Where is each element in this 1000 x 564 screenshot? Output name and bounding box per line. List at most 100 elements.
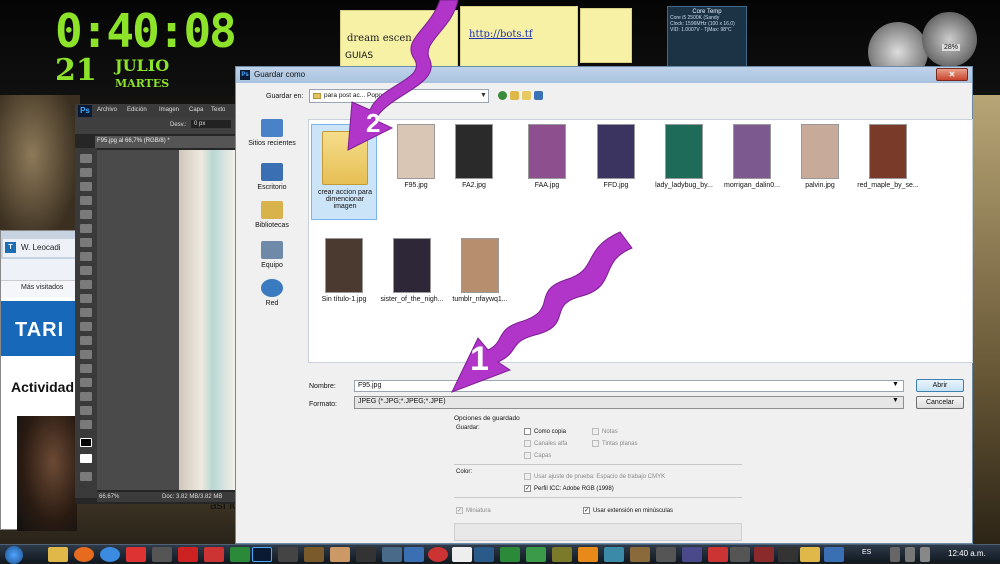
cancel-button[interactable]: Cancelar <box>916 396 964 409</box>
dodge-tool-icon[interactable] <box>80 336 92 345</box>
file-item[interactable]: palvin.jpg <box>785 124 855 189</box>
wand-tool-icon[interactable] <box>80 196 92 205</box>
app-taskbar-icon[interactable] <box>452 547 472 562</box>
bookmarks-bar[interactable]: Más visitados <box>1 281 77 297</box>
marquee-tool-icon[interactable] <box>80 168 92 177</box>
app-taskbar-icon[interactable] <box>708 547 728 562</box>
new-folder-icon[interactable] <box>522 91 531 100</box>
file-item[interactable]: FFD.jpg <box>581 124 651 189</box>
chrome-taskbar-icon[interactable] <box>100 547 120 562</box>
hand-tool-icon[interactable] <box>80 406 92 415</box>
close-button[interactable]: ✕ <box>936 68 968 81</box>
shape-tool-icon[interactable] <box>80 392 92 401</box>
app-taskbar-icon[interactable] <box>356 547 376 562</box>
steam-taskbar-icon[interactable] <box>474 547 494 562</box>
place-network[interactable]: Red <box>241 279 303 307</box>
file-item[interactable]: lady_ladybug_by... <box>649 124 719 189</box>
background-color-icon[interactable] <box>80 454 92 463</box>
app-taskbar-icon[interactable] <box>404 547 424 562</box>
lasso-tool-icon[interactable] <box>80 182 92 191</box>
app-taskbar-icon[interactable] <box>178 547 198 562</box>
app-taskbar-icon[interactable] <box>330 547 350 562</box>
quick-mask-icon[interactable] <box>80 472 92 481</box>
app-taskbar-icon[interactable] <box>630 547 650 562</box>
flag-icon[interactable] <box>890 547 900 562</box>
language-indicator[interactable]: ES <box>862 549 871 556</box>
move-tool-icon[interactable] <box>80 154 92 163</box>
app-taskbar-icon[interactable] <box>824 547 844 562</box>
explorer-taskbar-icon[interactable] <box>48 547 68 562</box>
eyedropper-tool-icon[interactable] <box>80 224 92 233</box>
sticky-note-1[interactable]: dream escen GUIAS <box>340 10 458 68</box>
format-dropdown[interactable]: JPEG (*.JPG;*.JPEG;*.JPE) <box>354 396 904 409</box>
checkbox[interactable] <box>524 428 531 435</box>
gradient-tool-icon[interactable] <box>80 308 92 317</box>
app-taskbar-icon[interactable] <box>152 547 172 562</box>
folder-item-selected[interactable]: crear accion para dimencionar imagen <box>311 124 377 220</box>
note-link[interactable]: http://bots.tf <box>469 29 532 40</box>
app-taskbar-icon[interactable] <box>800 547 820 562</box>
ps-menu-capa[interactable]: Capa <box>189 107 203 113</box>
app-taskbar-icon[interactable] <box>656 547 676 562</box>
save-button[interactable]: Abrir <box>916 379 964 392</box>
app-taskbar-icon[interactable] <box>778 547 798 562</box>
file-item[interactable]: morrigan_dalin0... <box>717 124 787 189</box>
eraser-tool-icon[interactable] <box>80 294 92 303</box>
option-como-copia[interactable]: Como copia <box>524 428 566 435</box>
crop-tool-icon[interactable] <box>80 210 92 219</box>
pen-tool-icon[interactable] <box>80 350 92 359</box>
zoom-tool-icon[interactable] <box>80 420 92 429</box>
ps-option-input[interactable]: 0 px <box>191 120 231 128</box>
back-icon[interactable] <box>498 91 507 100</box>
photoshop-taskbar-icon[interactable] <box>252 547 272 562</box>
start-button[interactable] <box>5 546 23 564</box>
app-taskbar-icon[interactable] <box>604 547 624 562</box>
ps-menu-edicion[interactable]: Edición <box>127 107 147 113</box>
app-taskbar-icon[interactable] <box>682 547 702 562</box>
option-perfil-icc[interactable]: ✓ Perfil ICC: Adobe RGB (1998) <box>524 485 614 492</box>
checkbox-checked[interactable]: ✓ <box>524 485 531 492</box>
brush-tool-icon[interactable] <box>80 252 92 261</box>
ps-menu-archivo[interactable]: Archivo <box>97 107 117 113</box>
chevron-down-icon[interactable]: ▼ <box>892 381 899 388</box>
app-taskbar-icon[interactable] <box>278 547 298 562</box>
file-item[interactable]: FA2.jpg <box>439 124 509 189</box>
file-item[interactable]: FAA.jpg <box>512 124 582 189</box>
sticky-note-2[interactable]: http://bots.tf <box>460 6 578 68</box>
app-taskbar-icon[interactable] <box>754 547 774 562</box>
app-taskbar-icon[interactable] <box>204 547 224 562</box>
ps-menu-imagen[interactable]: Imagen <box>159 107 179 113</box>
sticky-note-3[interactable] <box>580 8 632 63</box>
foreground-color-icon[interactable] <box>80 438 92 447</box>
browser-nav-bar[interactable] <box>1 259 77 281</box>
blur-tool-icon[interactable] <box>80 322 92 331</box>
file-item[interactable]: Sin título-1.jpg <box>309 238 379 303</box>
app-taskbar-icon[interactable] <box>526 547 546 562</box>
type-tool-icon[interactable] <box>80 364 92 373</box>
view-menu-icon[interactable] <box>534 91 543 100</box>
app-taskbar-icon[interactable] <box>500 547 520 562</box>
file-item[interactable]: tumblr_nfaywq1... <box>445 238 515 303</box>
place-recent[interactable]: Sitios recientes <box>241 119 303 147</box>
stamp-tool-icon[interactable] <box>80 266 92 275</box>
history-brush-icon[interactable] <box>80 280 92 289</box>
up-folder-icon[interactable] <box>510 91 519 100</box>
chevron-down-icon[interactable]: ▼ <box>892 397 899 404</box>
firefox-taskbar-icon[interactable] <box>74 547 94 562</box>
app-taskbar-icon[interactable] <box>304 547 324 562</box>
app-taskbar-icon[interactable] <box>126 547 146 562</box>
app-taskbar-icon[interactable] <box>230 547 250 562</box>
option-extension[interactable]: ✓ Usar extensión en minúsculas <box>583 507 673 514</box>
app-taskbar-icon[interactable] <box>382 547 402 562</box>
checkbox-checked[interactable]: ✓ <box>583 507 590 514</box>
volume-icon[interactable] <box>920 547 930 562</box>
vlc-taskbar-icon[interactable] <box>578 547 598 562</box>
ps-document-tab[interactable]: F95.jpg al 66,7% (RGB/8) * <box>95 136 235 148</box>
dialog-titlebar[interactable]: Ps Guardar como ✕ <box>236 67 972 83</box>
path-select-icon[interactable] <box>80 378 92 387</box>
place-computer[interactable]: Equipo <box>241 241 303 269</box>
network-icon[interactable] <box>905 547 915 562</box>
taskbar-clock[interactable]: 12:40 a.m. <box>948 549 986 558</box>
save-in-dropdown[interactable]: para post ac... Popochop ▼ <box>309 89 489 103</box>
app-taskbar-icon[interactable] <box>428 547 448 562</box>
